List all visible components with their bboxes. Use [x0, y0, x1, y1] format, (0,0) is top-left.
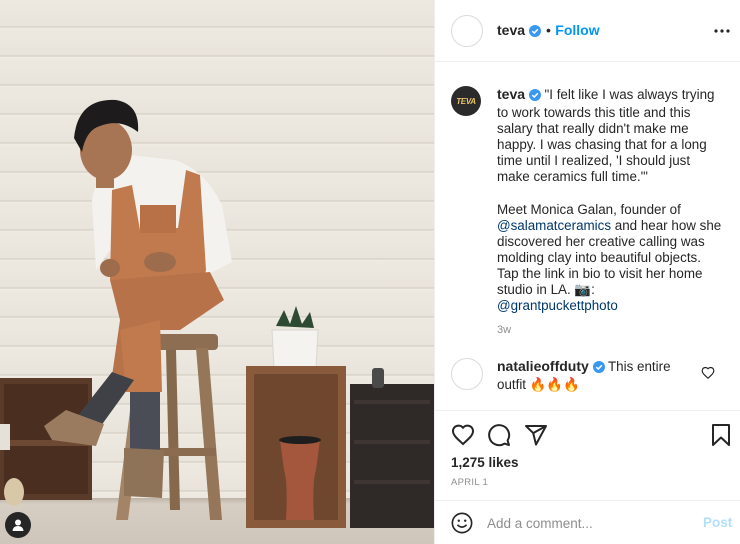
post-date[interactable]: APRIL 1 — [451, 477, 488, 488]
caption-section: TEVA teva "I felt like I was always tryi… — [435, 63, 740, 410]
post-photo[interactable] — [0, 0, 434, 544]
bookmark-icon[interactable] — [709, 423, 733, 447]
add-comment-bar: Post — [435, 500, 740, 544]
verified-icon — [528, 89, 541, 105]
center-crate — [246, 366, 346, 528]
comment-row: natalieoffduty This entire outfit 🔥🔥🔥 — [435, 355, 740, 403]
caption-line: studio in LA. 📷: — [497, 282, 595, 298]
action-bar: 1,275 likes APRIL 1 — [435, 410, 740, 508]
caption-line: make ceramics full time.'" — [497, 169, 648, 185]
comment-text: natalieoffduty This entire outfit 🔥🔥🔥 — [497, 358, 693, 393]
caption-line: and hear how she — [611, 217, 722, 233]
verified-icon — [592, 361, 605, 377]
comment-input[interactable] — [487, 513, 687, 533]
header-username[interactable]: teva — [497, 22, 525, 38]
follow-button[interactable]: Follow — [555, 22, 599, 38]
caption-username[interactable]: teva — [497, 86, 525, 102]
caption-line: discovered her creative calling was — [497, 233, 705, 249]
caption-line: to work towards this title and this — [497, 105, 691, 121]
comment-body: outfit 🔥🔥🔥 — [497, 377, 580, 392]
post-button[interactable]: Post — [703, 515, 732, 530]
avatar[interactable] — [451, 358, 483, 390]
caption-line: molding clay into beautiful objects. — [497, 249, 701, 265]
verified-icon — [529, 24, 542, 42]
header-user-line: teva • Follow — [497, 22, 600, 42]
potted-plant — [271, 306, 319, 373]
caption-line: "I felt like I was always trying — [544, 87, 715, 102]
caption-timestamp[interactable]: 3w — [497, 324, 511, 336]
separator-dot: • — [545, 22, 551, 38]
teva-logo-text: TEVA — [456, 96, 476, 106]
dark-crate — [350, 368, 434, 528]
share-icon[interactable] — [524, 423, 548, 447]
emoji-icon[interactable] — [451, 512, 473, 534]
mention-link[interactable]: @salamatceramics — [497, 218, 611, 233]
heart-icon[interactable] — [701, 366, 715, 380]
caption-line: Meet Monica Galan, founder of — [497, 201, 681, 217]
avatar[interactable] — [451, 15, 483, 47]
post-header: teva • Follow — [435, 0, 740, 62]
teva-avatar[interactable]: TEVA — [451, 86, 481, 116]
caption-line: time until I realized, 'I should just — [497, 153, 691, 169]
caption-line: Tap the link in bio to visit her home — [497, 265, 703, 281]
caption-line: salary that really didn't make me — [497, 121, 689, 137]
heart-icon[interactable] — [451, 423, 475, 447]
caption-line: happy. I was chasing that for a long — [497, 137, 707, 153]
more-options-icon[interactable] — [713, 22, 731, 40]
caption-text: teva "I felt like I was always trying to… — [497, 86, 729, 314]
likes-count[interactable]: 1,275 likes — [451, 455, 519, 470]
post-side-panel: teva • Follow TEVA teva "I felt like I w… — [434, 0, 740, 544]
photo-scene — [0, 99, 434, 528]
comment-username[interactable]: natalieoffduty — [497, 358, 589, 374]
comment-body: This entire — [608, 359, 671, 374]
comment-icon[interactable] — [487, 423, 511, 447]
mention-link[interactable]: @grantpuckettphoto — [497, 298, 618, 313]
user-tag-icon[interactable] — [5, 512, 31, 538]
